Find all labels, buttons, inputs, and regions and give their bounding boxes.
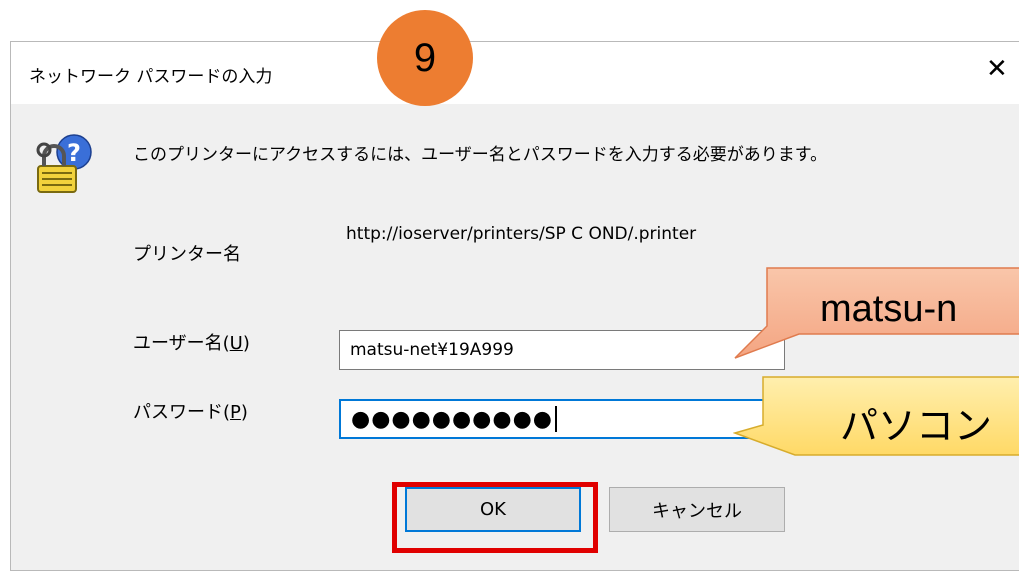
printer-name-label: プリンター名 [133,244,241,265]
text-caret [554,406,557,432]
password-masked-value: ●●●●●●●●●● [351,406,553,432]
password-accel-key: P [230,402,241,423]
svg-text:?: ? [67,139,81,167]
password-input[interactable]: ●●●●●●●●●● [339,399,785,439]
key-lock-help-icon: ? [36,134,92,193]
username-value: matsu-net¥19A999 [350,340,514,360]
step-number-badge: 9 [377,10,473,106]
instruction-message: このプリンターにアクセスするには、ユーザー名とパスワードを入力する必要があります… [133,145,828,165]
ok-highlight-frame [392,482,598,553]
close-icon[interactable]: ✕ [986,56,1008,82]
username-accel-key: U [229,333,243,354]
title-bar: ネットワーク パスワードの入力 ✕ [11,42,1019,104]
username-label: ユーザー名(U) [133,333,250,354]
username-input[interactable]: matsu-net¥19A999 [339,330,785,370]
printer-name-value: http://ioserver/printers/SP C OND/.print… [346,224,697,244]
password-hint-text: パソコン [840,406,993,448]
password-label: パスワード(P) [133,402,248,423]
dialog-title: ネットワーク パスワードの入力 [29,67,273,87]
user-hint-text: matsu-n [820,288,958,330]
cancel-button[interactable]: キャンセル [609,487,785,532]
